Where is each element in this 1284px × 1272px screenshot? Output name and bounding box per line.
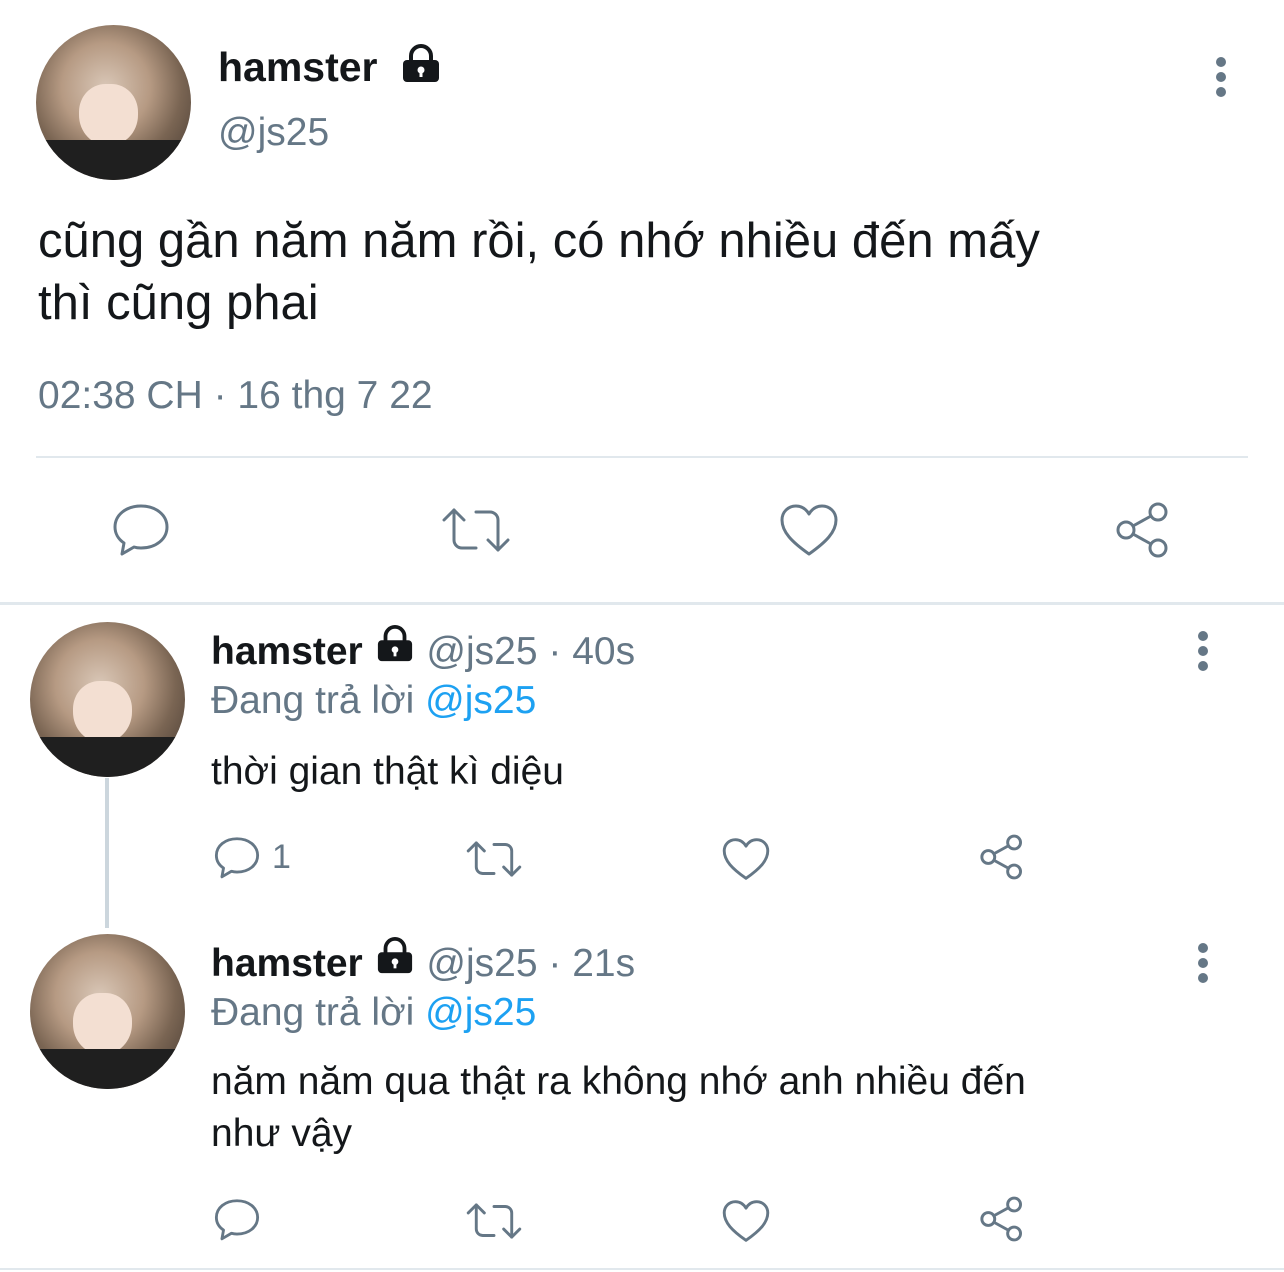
tweet-text: cũng gần năm năm rồi, có nhớ nhiều đến m… [38,210,1040,334]
avatar-shirt [30,1048,185,1089]
replying-to: Đang trả lời @js25 [211,678,536,724]
avatar-face [79,83,139,146]
more-options-icon[interactable] [1214,57,1228,97]
share-icon [980,834,1022,880]
handle[interactable]: @js25 [218,110,329,156]
like-button[interactable] [721,1198,771,1249]
share-icon [980,1196,1022,1242]
reply-button[interactable] [212,1196,262,1247]
avatar-face [73,680,133,743]
lock-icon [374,625,416,674]
share-button[interactable] [977,832,1027,887]
retweet-icon [442,508,510,552]
display-name[interactable]: hamster [218,42,378,92]
thread-line [105,778,109,928]
lock-icon [400,44,442,89]
avatar-face [73,992,133,1055]
reply-text: năm năm qua thật ra không nhớ anh nhiều … [211,1056,1026,1160]
retweet-icon [466,841,522,877]
like-button[interactable] [778,502,840,563]
avatar-shirt [30,736,185,777]
reply-button[interactable] [110,500,172,563]
section-divider [0,602,1284,605]
reply-header: hamster @js25 · 21s [211,937,636,990]
replying-to: Đang trả lời @js25 [211,990,536,1036]
like-icon [722,1200,770,1242]
share-button[interactable] [1112,500,1174,565]
lock-icon [374,937,416,986]
handle[interactable]: @js25 [426,942,537,985]
tweet-text-line: cũng gần năm năm rồi, có nhớ nhiều đến m… [38,214,1040,268]
avatar[interactable] [36,25,191,180]
like-icon [780,504,838,556]
display-name[interactable]: hamster [211,942,363,985]
reply-icon [214,1199,260,1241]
replying-to-handle[interactable]: @js25 [425,991,536,1034]
share-button[interactable] [977,1194,1027,1249]
display-name[interactable]: hamster [211,630,363,673]
reply-icon [113,504,169,556]
handle[interactable]: @js25 [426,630,537,673]
reply-text-line: năm năm qua thật ra không nhớ anh nhiều … [211,1060,1026,1103]
retweet-button[interactable] [465,1198,523,1249]
like-button[interactable] [721,836,771,887]
more-options-icon[interactable] [1196,631,1210,671]
replying-to-label: Đang trả lời [211,991,415,1034]
timestamp[interactable]: 02:38 CH · 16 thg 7 22 [38,373,433,419]
reply-button[interactable]: 1 [212,834,291,880]
replying-to-handle[interactable]: @js25 [425,679,536,722]
reply-time: · 21s [548,942,636,985]
divider [36,456,1248,458]
reply-icon [214,837,260,879]
reply-header: hamster @js25 · 40s [211,625,636,678]
reply-text: thời gian thật kì diệu [211,746,564,798]
avatar-shirt [36,139,191,180]
tweet-text-line: thì cũng phai [38,276,319,330]
divider [0,1268,1284,1270]
reply-text-line: như vậy [211,1112,353,1155]
avatar[interactable] [30,934,185,1089]
reply-count: 1 [272,837,291,876]
avatar[interactable] [30,622,185,777]
reply-time: · 40s [548,630,636,673]
share-icon [1116,502,1168,558]
replying-to-label: Đang trả lời [211,679,415,722]
retweet-button[interactable] [465,836,523,887]
more-options-icon[interactable] [1196,943,1210,983]
retweet-icon [466,1203,522,1239]
reply-text-line: thời gian thật kì diệu [211,750,564,793]
retweet-button[interactable] [440,502,512,563]
like-icon [722,838,770,880]
